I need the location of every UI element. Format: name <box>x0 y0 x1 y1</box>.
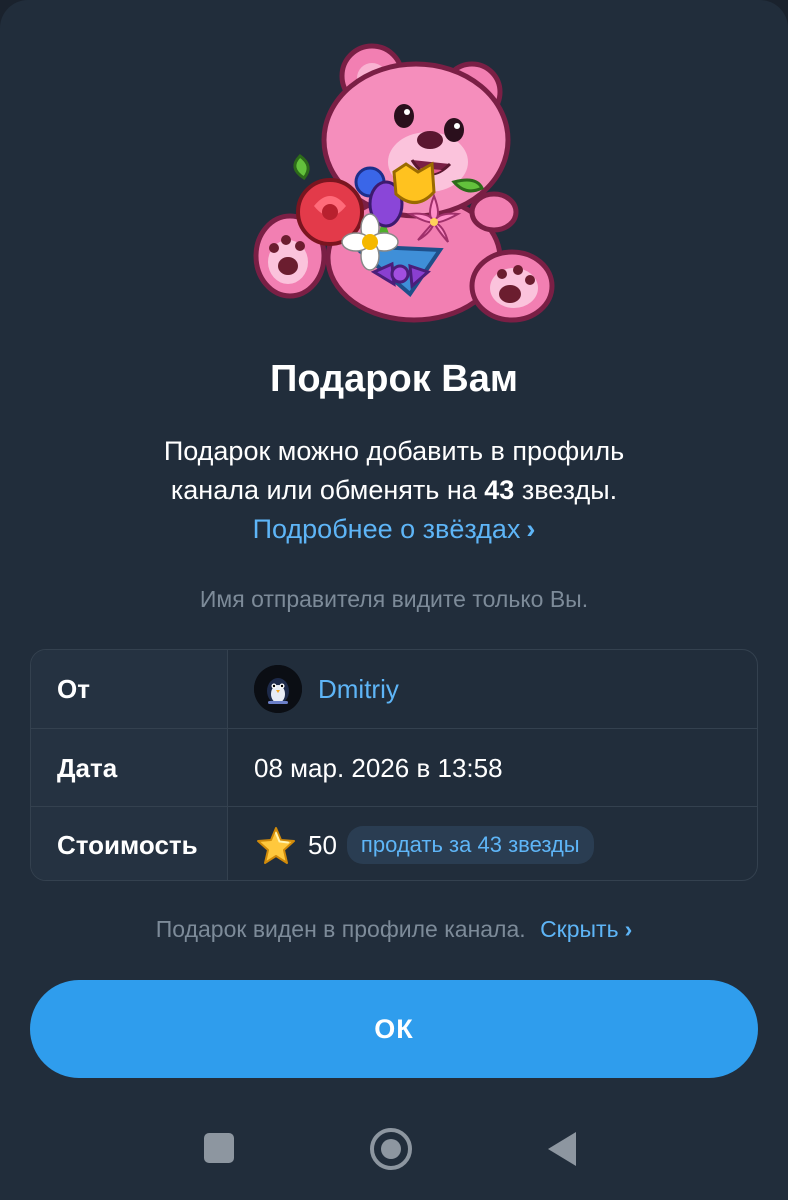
visibility-note: Подарок виден в профиле канала. Скрыть › <box>0 916 788 943</box>
cost-value: 50 <box>308 829 337 860</box>
sender-name-link[interactable]: Dmitriy <box>318 674 399 705</box>
sell-for-stars-button[interactable]: продать за 43 звезды <box>346 826 594 864</box>
hide-link-label: Скрыть <box>540 916 619 942</box>
penguin-avatar-icon <box>254 665 302 713</box>
hide-link[interactable]: Скрыть › <box>540 916 632 942</box>
sender-privacy-note: Имя отправителя видите только Вы. <box>199 586 589 612</box>
table-row-date: Дата 08 мар. 2026 в 13:58 <box>31 728 757 807</box>
star-amount: 43 <box>484 475 515 505</box>
chevron-right-icon: › <box>624 916 633 942</box>
learn-more-label: Подробнее о звёздах <box>252 514 521 544</box>
avatar[interactable] <box>254 665 302 713</box>
description-line-1: Подарок можно добавить в профиль <box>163 436 625 466</box>
home-icon[interactable] <box>370 1128 412 1170</box>
learn-more-link[interactable]: Подробнее о звёздах › <box>0 510 788 549</box>
description-text-pre: канала или обменять на <box>170 475 477 505</box>
back-icon[interactable] <box>548 1132 576 1166</box>
sender-cell[interactable]: Dmitriy <box>228 650 757 728</box>
table-row-cost: Стоимость 50 продать за 43 звезды <box>31 806 757 880</box>
system-navigation-bar <box>0 1100 788 1200</box>
description-text-post: звезды. <box>521 475 618 505</box>
star-icon <box>257 827 295 864</box>
date-label: Дата <box>31 729 228 807</box>
gift-details-table: От Dmitriy Дата 08 мар. 2026 в 13:58 Сто… <box>30 649 758 881</box>
visibility-text: Подарок виден в профиле канала. <box>155 916 526 942</box>
gift-description: Подарок можно добавить в профиль канала … <box>0 432 788 549</box>
cost-cell: 50 продать за 43 звезды <box>228 807 757 880</box>
gift-dialog: Подарок Вам Подарок можно добавить в про… <box>0 0 788 1200</box>
from-label: От <box>31 650 228 728</box>
dialog-title: Подарок Вам <box>270 358 518 400</box>
description-line-2: канала или обменять на 43 звезды. <box>0 471 788 510</box>
ok-button[interactable]: ОК <box>30 980 758 1078</box>
table-row-from: От Dmitriy <box>31 650 757 728</box>
cost-label: Стоимость <box>31 807 228 880</box>
chevron-right-icon: › <box>526 514 536 544</box>
recent-apps-icon[interactable] <box>204 1133 234 1163</box>
teddy-bear-sticker-icon <box>253 43 555 323</box>
date-value: 08 мар. 2026 в 13:58 <box>254 752 503 783</box>
